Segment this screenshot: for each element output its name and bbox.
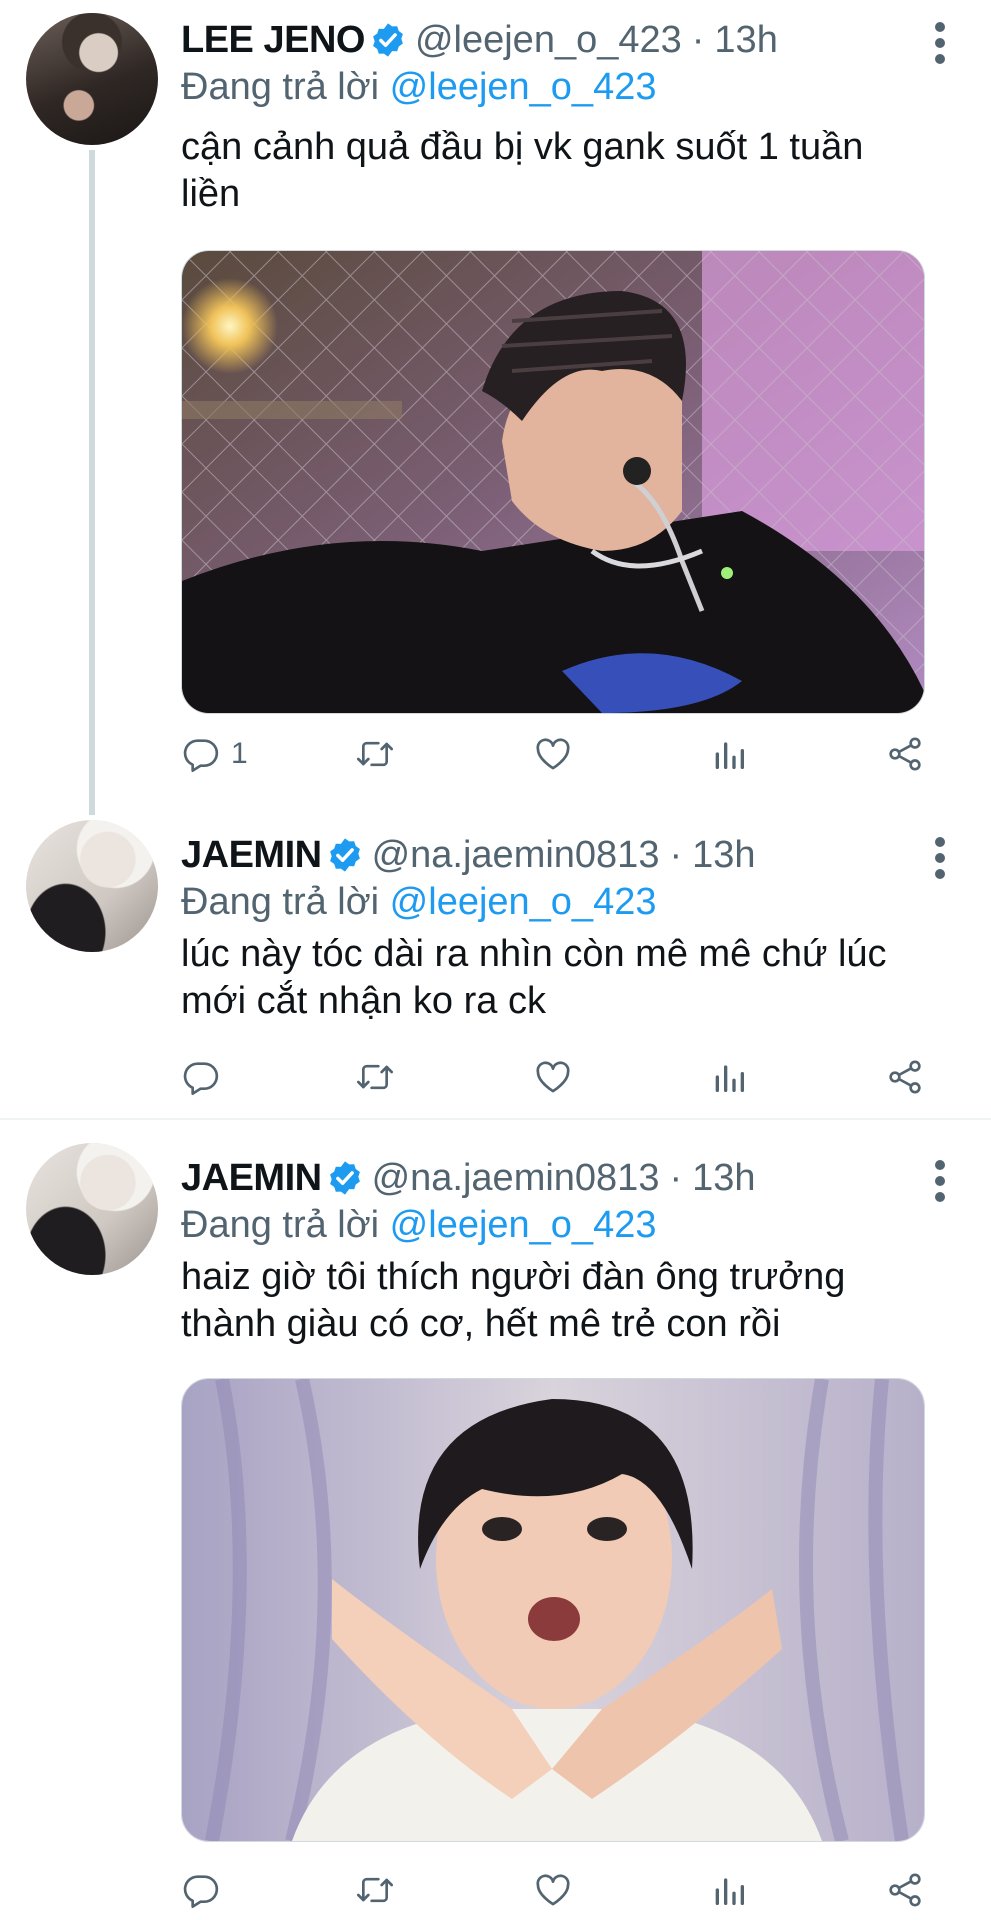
username[interactable]: @na.jaemin0813 (372, 834, 660, 877)
timestamp[interactable]: 13h (714, 19, 777, 62)
separator: · (669, 1156, 683, 1199)
retweet-icon (355, 1870, 395, 1910)
tweet-actions: 1 (181, 730, 927, 778)
reply-button[interactable]: 1 (181, 730, 248, 778)
replying-to: Đang trả lời @leejen_o_423 (181, 1204, 656, 1247)
like-icon (533, 1870, 573, 1910)
tweet-text: cận cảnh quả đầu bị vk gank suốt 1 tuần … (181, 126, 864, 215)
reply-icon (181, 1057, 221, 1097)
retweet-button[interactable] (355, 1053, 395, 1101)
like-button[interactable] (533, 730, 573, 778)
tweet-header: LEE JENO @leejen_o_423 · 13h (181, 16, 778, 64)
analytics-button[interactable] (709, 1053, 749, 1101)
retweet-button[interactable] (355, 730, 395, 778)
share-icon (885, 1057, 925, 1097)
verified-badge-icon (369, 21, 407, 59)
tweet-photo[interactable] (181, 250, 925, 714)
share-button[interactable] (885, 730, 925, 778)
replying-prefix: Đang trả lời (181, 881, 380, 923)
display-name[interactable]: JAEMIN (181, 1157, 322, 1200)
replying-to: Đang trả lời @leejen_o_423 (181, 66, 656, 109)
reply-icon (181, 1870, 221, 1910)
username[interactable]: @na.jaemin0813 (372, 1157, 660, 1200)
more-options-icon[interactable] (935, 1160, 949, 1202)
photo-person-with-braided-hair (182, 251, 924, 713)
timestamp[interactable]: 13h (692, 834, 755, 877)
tweet-text: lúc này tóc dài ra nhìn còn mê mê chứ lú… (181, 933, 887, 1022)
replying-to: Đang trả lời @leejen_o_423 (181, 881, 656, 924)
tweet-text: haiz giờ tôi thích người đàn ông trưởng … (181, 1256, 846, 1345)
tweet-actions (181, 1866, 927, 1914)
mention-link[interactable]: @leejen_o_423 (390, 66, 657, 108)
reply-button[interactable] (181, 1866, 231, 1914)
mention-link[interactable]: @leejen_o_423 (390, 1204, 657, 1246)
username[interactable]: @leejen_o_423 (415, 19, 682, 62)
tweet-actions (181, 1053, 927, 1101)
more-options-icon[interactable] (935, 22, 949, 64)
separator: · (691, 18, 705, 61)
mention-link[interactable]: @leejen_o_423 (390, 881, 657, 923)
tweet-header: JAEMIN @na.jaemin0813 · 13h (181, 1154, 756, 1202)
thread-connector (89, 150, 95, 815)
share-icon (885, 1870, 925, 1910)
share-icon (885, 734, 925, 774)
retweet-icon (355, 1057, 395, 1097)
share-button[interactable] (885, 1866, 925, 1914)
avatar[interactable] (26, 820, 158, 952)
photo-surprised-person-crossing-hands (182, 1379, 924, 1841)
like-button[interactable] (533, 1866, 573, 1914)
retweet-icon (355, 734, 395, 774)
verified-badge-icon (326, 1159, 364, 1197)
replying-prefix: Đang trả lời (181, 1204, 380, 1246)
like-icon (533, 1057, 573, 1097)
analytics-icon (709, 734, 749, 774)
verified-badge-icon (326, 836, 364, 874)
analytics-button[interactable] (709, 730, 749, 778)
reply-button[interactable] (181, 1053, 231, 1101)
tweet-header: JAEMIN @na.jaemin0813 · 13h (181, 831, 756, 879)
timestamp[interactable]: 13h (692, 1157, 755, 1200)
reply-icon (181, 734, 221, 774)
avatar[interactable] (26, 1143, 158, 1275)
display-name[interactable]: JAEMIN (181, 834, 322, 877)
analytics-icon (709, 1870, 749, 1910)
more-options-icon[interactable] (935, 837, 949, 879)
analytics-icon (709, 1057, 749, 1097)
replying-prefix: Đang trả lời (181, 66, 380, 108)
avatar[interactable] (26, 13, 158, 145)
like-button[interactable] (533, 1053, 573, 1101)
reply-count: 1 (231, 737, 248, 770)
separator: · (669, 833, 683, 876)
tweet-photo[interactable] (181, 1378, 925, 1842)
like-icon (533, 734, 573, 774)
retweet-button[interactable] (355, 1866, 395, 1914)
display-name[interactable]: LEE JENO (181, 19, 365, 62)
analytics-button[interactable] (709, 1866, 749, 1914)
tweet-divider (0, 1118, 991, 1120)
share-button[interactable] (885, 1053, 925, 1101)
